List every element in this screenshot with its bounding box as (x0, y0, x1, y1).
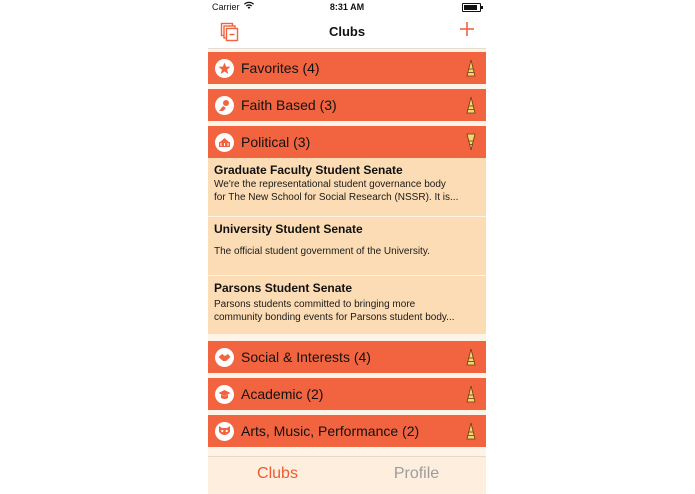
add-icon[interactable] (458, 20, 476, 38)
cone-icon (466, 348, 476, 366)
hand-icon (215, 96, 234, 115)
cone-icon (466, 96, 476, 114)
category-label: Arts, Music, Performance (2) (241, 423, 420, 439)
club-name: Graduate Faculty Student Senate (214, 163, 403, 177)
handshake-icon (215, 348, 234, 367)
page-title: Clubs (328, 24, 366, 39)
category-label: Political (3) (241, 134, 311, 150)
category-label: Social & Interests (4) (241, 349, 371, 365)
tab-clubs[interactable]: Clubs (208, 465, 347, 483)
category-political[interactable]: Political (3) (208, 126, 486, 158)
star-icon (215, 59, 234, 78)
category-label: Faith Based (3) (241, 97, 337, 113)
category-favorites[interactable]: Favorites (4) (208, 52, 486, 84)
tab-profile[interactable]: Profile (347, 465, 486, 483)
category-academic[interactable]: Academic (2) (208, 378, 486, 410)
mask-icon (215, 422, 234, 441)
club-description: Parsons students committed to bringing m… (214, 299, 455, 323)
clock-time: 8:31 AM (329, 2, 365, 12)
category-faith-based[interactable]: Faith Based (3) (208, 89, 486, 121)
category-social-interests[interactable]: Social & Interests (4) (208, 341, 486, 373)
cone-icon (466, 59, 476, 77)
graduation-cap-icon (215, 385, 234, 404)
political-icon (215, 133, 234, 152)
club-name: Parsons Student Senate (214, 281, 353, 295)
status-bar: Carrier 8:31 AM (208, 0, 486, 14)
club-item-university-student-senate[interactable]: University Student Senate The official s… (208, 217, 486, 275)
category-label: Academic (2) (241, 386, 324, 402)
club-item-graduate-faculty-student-senate[interactable]: Graduate Faculty Student Senate We're th… (208, 158, 486, 216)
battery-icon (462, 3, 483, 12)
club-description: We're the representational student gover… (214, 179, 459, 203)
navigation-bar: Clubs (208, 14, 486, 49)
category-arts-music-performance[interactable]: Arts, Music, Performance (2) (208, 415, 486, 447)
cone-icon (466, 385, 476, 403)
cone-icon-open (466, 133, 476, 151)
phone-screen: Carrier 8:31 AM Clubs Favorites (4) Fait… (208, 0, 486, 494)
club-name: University Student Senate (214, 222, 363, 236)
club-item-parsons-student-senate[interactable]: Parsons Student Senate Parsons students … (208, 276, 486, 334)
category-label: Favorites (4) (241, 60, 320, 76)
cone-icon (466, 422, 476, 440)
tab-bar: Clubs Profile (208, 456, 486, 494)
club-description: The official student government of the U… (214, 246, 430, 257)
